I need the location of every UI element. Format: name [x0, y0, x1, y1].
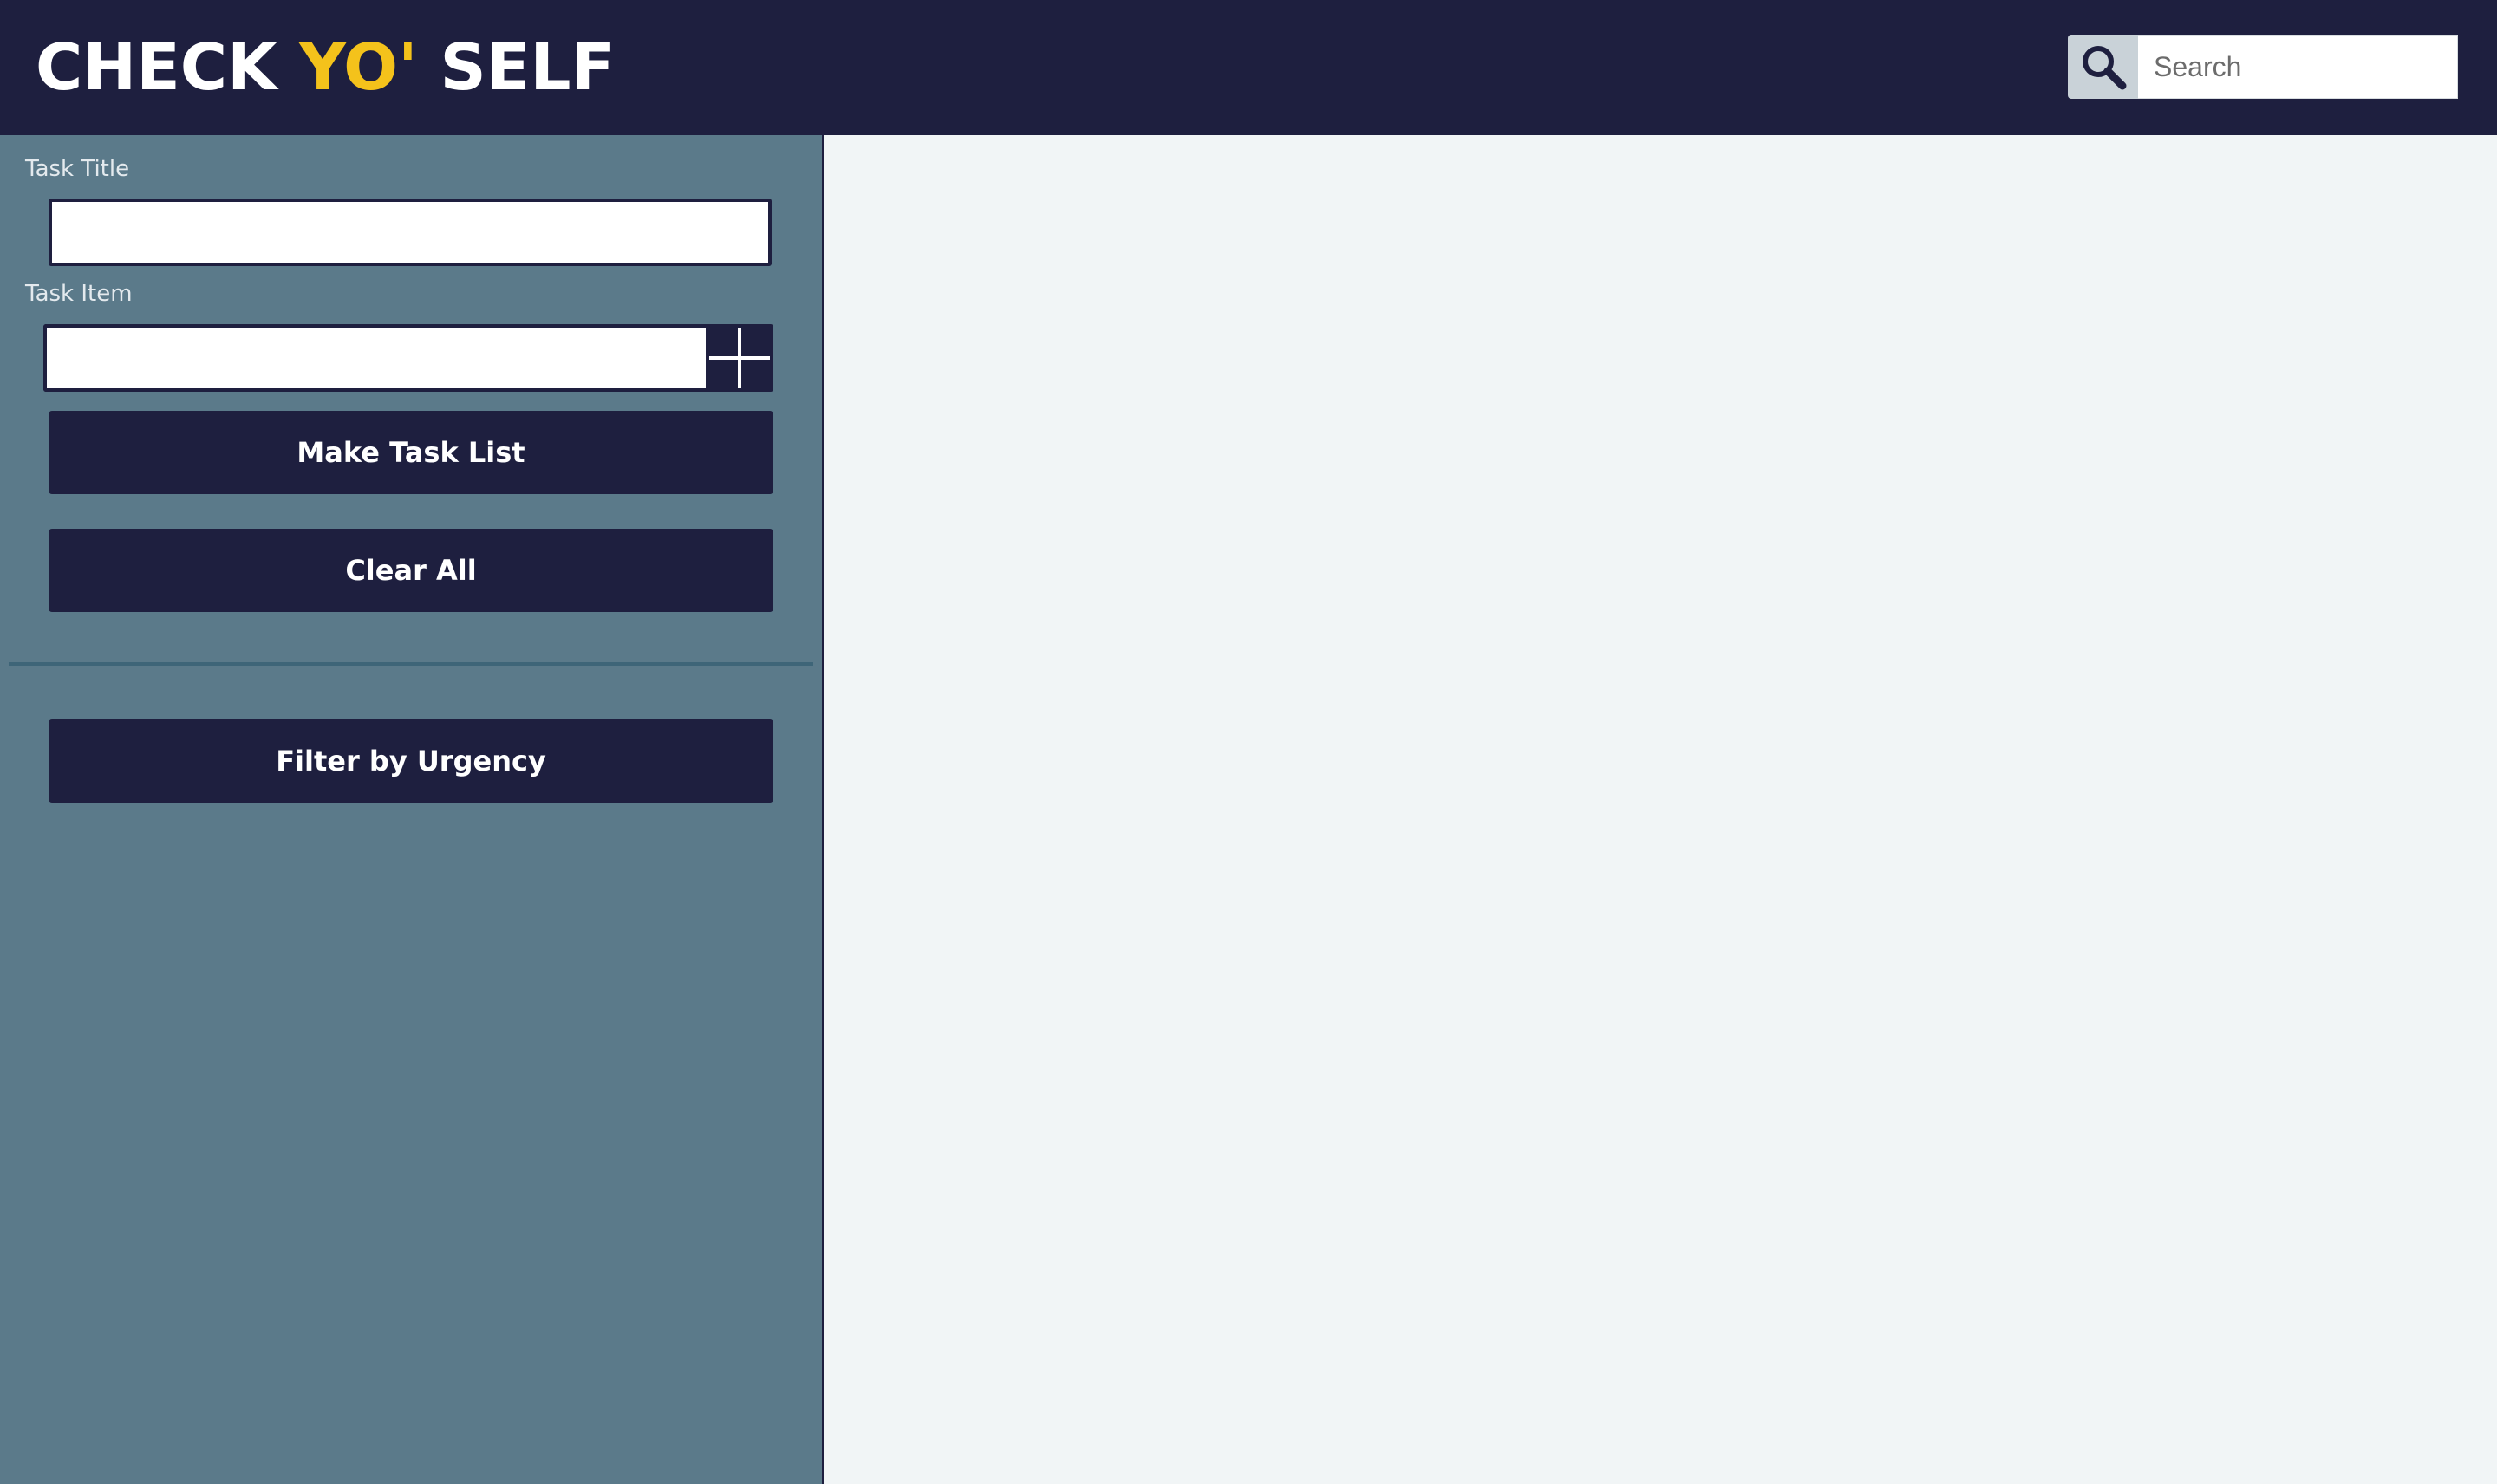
- app-logo: CHECK YO' SELF: [36, 29, 615, 106]
- logo-text-self: SELF: [417, 30, 616, 105]
- sidebar: Task Title Task Item Make Task List Clea…: [0, 135, 824, 1484]
- search-button[interactable]: [2068, 35, 2138, 99]
- task-title-label: Task Title: [25, 156, 130, 182]
- task-item-row: [43, 324, 773, 392]
- add-item-button[interactable]: [706, 324, 773, 392]
- clear-all-button[interactable]: Clear All: [49, 529, 773, 612]
- task-item-label: Task Item: [25, 281, 133, 307]
- task-cards-area: [824, 135, 2497, 1484]
- search-input[interactable]: [2138, 35, 2458, 99]
- task-title-input[interactable]: [49, 199, 772, 266]
- logo-text-check: CHECK: [36, 30, 300, 105]
- logo-text-yo: YO': [299, 30, 418, 105]
- sidebar-divider: [9, 662, 813, 666]
- magnifier-icon: [2082, 46, 2126, 90]
- search-bar: [2068, 35, 2458, 99]
- task-item-input[interactable]: [43, 324, 706, 392]
- filter-by-urgency-button[interactable]: Filter by Urgency: [49, 719, 773, 803]
- make-task-list-button[interactable]: Make Task List: [49, 411, 773, 494]
- app-header: CHECK YO' SELF: [0, 0, 2497, 135]
